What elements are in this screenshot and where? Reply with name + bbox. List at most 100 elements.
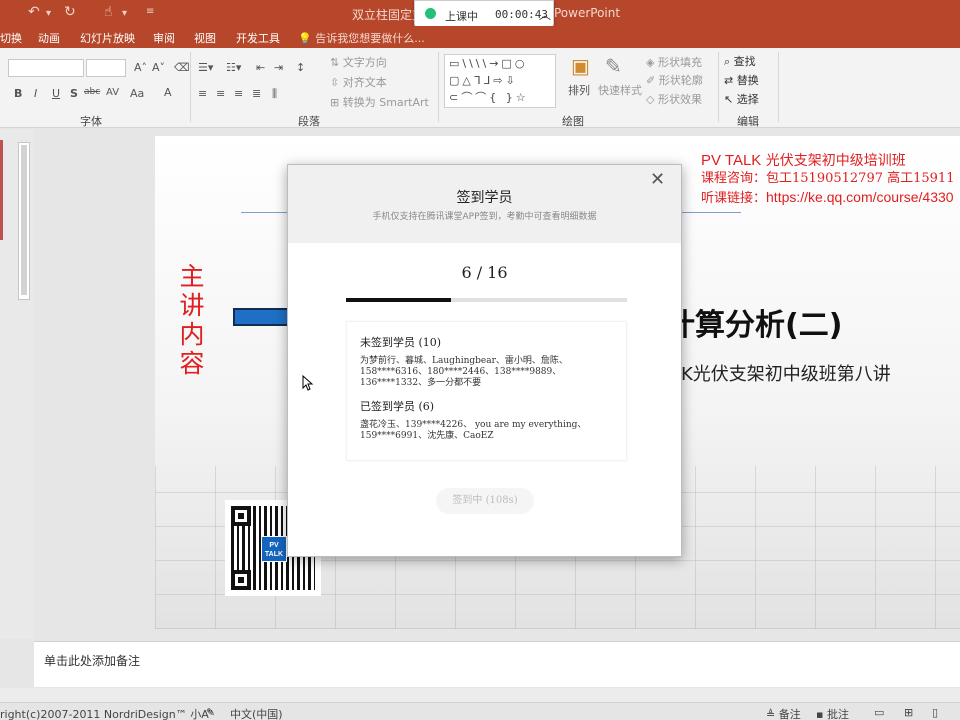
bullets-icon[interactable]: ☰▾ — [198, 61, 213, 74]
select-button[interactable]: ↖ 选择 — [724, 91, 759, 107]
char-spacing-button[interactable]: AV — [106, 87, 119, 98]
increase-indent-icon[interactable]: ⇥ — [274, 61, 283, 74]
columns-icon[interactable]: ⫼ — [272, 87, 277, 101]
close-icon[interactable]: ✕ — [650, 169, 665, 190]
group-label-editing: 编辑 — [737, 115, 759, 128]
mouse-cursor-icon — [302, 375, 314, 391]
shape-outline-button[interactable]: ✐ 形状轮廓 — [646, 72, 703, 88]
shape-fill-button[interactable]: ◈ 形状填充 — [646, 54, 702, 70]
arrange-icon[interactable]: ▣ — [571, 54, 590, 78]
notes-pane[interactable]: 单击此处添加备注 — [34, 641, 960, 687]
pen-icon: ✐ — [646, 74, 656, 87]
qr-badge-line1: PV — [269, 542, 279, 549]
chevron-up-icon[interactable]: ︿ — [539, 6, 551, 23]
font-name-input[interactable] — [8, 59, 84, 77]
signed-header: 已签到学员 (6) — [360, 400, 435, 413]
redo-icon[interactable]: ↻ — [64, 4, 76, 20]
shadow-button[interactable]: S — [70, 87, 78, 100]
lightbulb-icon: 💡 — [298, 32, 312, 45]
text-direction-button[interactable]: ⇅ 文字方向 — [330, 54, 387, 70]
tab-transitions[interactable]: 切换 — [0, 30, 22, 46]
increase-font-icon[interactable]: A˄ — [134, 61, 147, 74]
font-color-button[interactable]: A — [164, 86, 172, 99]
comments-toggle[interactable]: ▪ 批注 — [816, 706, 849, 720]
align-center-icon[interactable]: ≡ — [216, 87, 225, 100]
reading-view-icon[interactable]: ▯ — [932, 706, 938, 719]
qr-finder — [231, 506, 251, 526]
attendance-progress — [346, 298, 627, 302]
unsigned-list: 为梦前行、暮城、Laughingbear、雷小明、詹陈、158****6316、… — [360, 356, 568, 388]
signing-in-button[interactable]: 签到中 (108s) — [436, 488, 534, 514]
align-text-icon: ⇳ — [330, 76, 340, 89]
paint-bucket-icon: ◈ — [646, 56, 655, 69]
course-name: 光伏支架初中级培训班 — [761, 153, 906, 169]
shape-effects-button[interactable]: ◇ 形状效果 — [646, 91, 702, 107]
bold-button[interactable]: B — [14, 87, 22, 100]
class-status-label: 上课中 — [445, 10, 478, 23]
pvtalk-logo: PV TALK — [261, 536, 287, 562]
title-accent-bar — [233, 308, 293, 326]
tell-me-search[interactable]: 💡 告诉我您想要做什么... — [298, 30, 425, 46]
undo-dropdown-icon[interactable]: ▾ — [46, 8, 51, 19]
line-spacing-icon[interactable]: ↕ — [296, 61, 305, 74]
tab-review[interactable]: 审阅 — [153, 30, 175, 46]
slide-title: 计算分析(二) — [665, 308, 843, 343]
decrease-indent-icon[interactable]: ⇤ — [256, 61, 265, 74]
customize-quick-access-icon[interactable]: ≡ — [146, 6, 154, 17]
italic-button[interactable]: I — [34, 87, 37, 100]
shapes-gallery[interactable]: ▭\\\\→□○ ▢△ᒣᒧ⇨⇩ ⊂⌒⌒{ }☆ — [444, 54, 556, 108]
decrease-font-icon[interactable]: A˅ — [152, 61, 165, 74]
class-timer[interactable]: 上课中 00:00:43 ︿ — [414, 0, 554, 28]
align-text-button[interactable]: ⇳ 对齐文本 — [330, 74, 387, 90]
tab-animations[interactable]: 动画 — [38, 30, 60, 46]
smartart-icon: ⊞ — [330, 96, 340, 109]
course-brand: PV TALK — [701, 152, 762, 169]
course-link-url: https://ke.qq.com/course/4330 — [766, 189, 954, 205]
group-separator — [718, 52, 719, 122]
change-case-button[interactable]: Aa — [130, 87, 144, 100]
attendance-count: 6 / 16 — [461, 263, 508, 282]
replace-button[interactable]: ⇄ 替换 — [724, 72, 759, 88]
scrollbar-thumb[interactable] — [21, 145, 27, 295]
slide-thumbnail[interactable] — [0, 140, 3, 240]
tab-developer[interactable]: 开发工具 — [236, 30, 280, 46]
language-indicator[interactable]: 中文(中国) — [230, 706, 283, 720]
quick-styles-label[interactable]: 快速样式 — [598, 82, 642, 98]
numbering-icon[interactable]: ☷▾ — [226, 61, 241, 74]
course-link-label: 听课链接： — [701, 191, 767, 206]
status-bar: right(c)2007-2011 NordriDesign™ 小A” ✎ 中文… — [0, 702, 960, 720]
underline-button[interactable]: U — [52, 87, 60, 100]
group-separator — [438, 52, 439, 122]
quick-styles-icon[interactable]: ✎ — [605, 54, 622, 78]
qr-finder — [231, 570, 251, 590]
dialog-description: 手机仅支持在腾讯课堂APP签到，考勤中可查看明细数据 — [372, 212, 597, 222]
notes-icon: ≜ — [766, 708, 776, 720]
normal-view-icon[interactable]: ▭ — [874, 706, 884, 719]
undo-icon[interactable]: ↶ — [28, 4, 40, 20]
slide-subtitle: K光伏支架初中级班第八讲 — [681, 364, 891, 385]
convert-smartart-button[interactable]: ⊞ 转换为 SmartArt — [330, 94, 429, 110]
justify-icon[interactable]: ≣ — [252, 87, 261, 100]
touch-mode-icon[interactable]: ☝ — [104, 4, 113, 20]
horizontal-scrollbar[interactable] — [0, 688, 960, 702]
text-direction-label: 文字方向 — [342, 56, 387, 69]
align-left-icon[interactable]: ≡ — [198, 87, 207, 100]
replace-icon: ⇄ — [724, 74, 734, 87]
thumbnail-scrollbar[interactable] — [18, 142, 30, 300]
notes-toggle[interactable]: ≜ 备注 — [766, 706, 801, 720]
align-right-icon[interactable]: ≡ — [234, 87, 243, 100]
font-size-input[interactable] — [86, 59, 126, 77]
tab-slideshow[interactable]: 幻灯片放映 — [80, 30, 135, 46]
tab-view[interactable]: 视图 — [194, 30, 216, 46]
dialog-title: 签到学员 — [456, 190, 513, 206]
sorter-view-icon[interactable]: ⊞ — [904, 706, 913, 719]
strikethrough-button[interactable]: abc — [84, 87, 100, 97]
arrange-label[interactable]: 排列 — [568, 82, 590, 98]
find-button[interactable]: ⌕ 查找 — [724, 53, 756, 69]
spellcheck-icon[interactable]: ✎ — [206, 706, 215, 719]
attendance-dialog: 签到学员 手机仅支持在腾讯课堂APP签到，考勤中可查看明细数据 ✕ 6 / 16… — [287, 164, 682, 557]
clear-format-icon[interactable]: ⌫ — [174, 61, 190, 74]
live-status-dot — [425, 8, 436, 19]
touch-dropdown-icon[interactable]: ▾ — [122, 8, 127, 19]
shape-fill-label: 形状填充 — [657, 56, 702, 69]
